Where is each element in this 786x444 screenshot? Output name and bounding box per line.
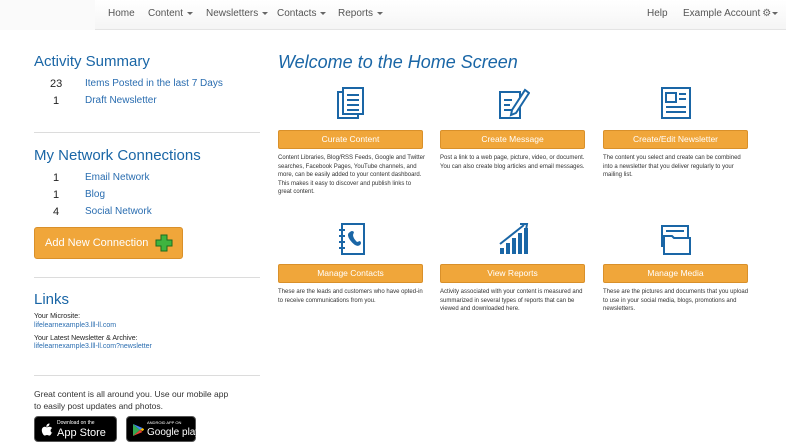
chevron-down-icon (320, 11, 327, 15)
social-network-link[interactable]: Social Network (85, 206, 152, 217)
logo-area (0, 0, 95, 30)
email-network-link[interactable]: Email Network (85, 172, 149, 183)
network-connections-title: My Network Connections (34, 147, 201, 164)
folder-icon (661, 225, 691, 255)
documents-icon (337, 87, 364, 119)
list-item: 23 Items Posted in the last 7 Days (34, 78, 264, 92)
microsite-label: Your Microsite: (34, 313, 81, 320)
draft-newsletter-link[interactable]: Draft Newsletter (85, 95, 157, 106)
nav-content[interactable]: Content (148, 8, 194, 19)
list-item: 1 Email Network (34, 172, 264, 186)
stat-count: 1 (53, 95, 60, 107)
create-message-button[interactable]: Create Message (440, 130, 585, 149)
manage-contacts-button[interactable]: Manage Contacts (278, 264, 423, 283)
google-play-big-text: Google play (147, 427, 201, 438)
divider (34, 375, 260, 376)
add-new-connection-button[interactable]: Add New Connection (34, 227, 183, 259)
nav-help[interactable]: Help (647, 8, 668, 19)
nav-home[interactable]: Home (108, 8, 135, 19)
items-posted-link[interactable]: Items Posted in the last 7 Days (85, 78, 223, 89)
newsletter-label: Your Latest Newsletter & Archive: (34, 335, 138, 342)
chevron-down-icon (772, 11, 779, 15)
address-book-icon (339, 223, 365, 255)
nav-newsletters[interactable]: Newsletters (206, 8, 269, 19)
activity-summary-title: Activity Summary (34, 53, 150, 70)
nav-newsletters-label: Newsletters (206, 8, 259, 19)
list-item: 1 Blog (34, 189, 264, 203)
google-play-small-text: ANDROID APP ON (147, 420, 182, 425)
stat-count: 23 (50, 78, 63, 90)
list-item: 1 Draft Newsletter (34, 95, 264, 109)
chevron-down-icon (187, 11, 194, 15)
app-store-badge[interactable]: Download on the App Store (34, 416, 117, 442)
newsletter-icon (661, 87, 691, 119)
manage-media-description: These are the pictures and documents tha… (603, 289, 749, 313)
nav-account[interactable]: Example Account ⚙ (683, 8, 779, 19)
create-edit-newsletter-description: The content you select and create can be… (603, 155, 741, 179)
nav-contacts-label: Contacts (277, 8, 317, 19)
nav-reports-label: Reports (338, 8, 374, 19)
welcome-heading: Welcome to the Home Screen (278, 52, 518, 72)
stat-count: 4 (53, 206, 60, 218)
microsite-link[interactable]: lifelearnexample3.lll-ll.com (34, 322, 116, 329)
gear-icon: ⚙ (762, 8, 772, 19)
app-store-small-text: Download on the (57, 420, 95, 426)
mobile-app-promo-text: Great content is all around you. Use our… (34, 389, 229, 411)
app-store-big-text: App Store (57, 427, 106, 439)
add-new-connection-label: Add New Connection (45, 237, 149, 249)
top-navbar: Home Content Newsletters Contacts Report… (0, 0, 786, 30)
curate-content-button[interactable]: Curate Content (278, 130, 423, 149)
create-message-description: Post a link to a web page, picture, vide… (440, 155, 585, 170)
blog-link[interactable]: Blog (85, 189, 105, 200)
apple-icon (41, 423, 53, 436)
list-item: 4 Social Network (34, 206, 264, 220)
stat-count: 1 (53, 172, 60, 184)
curate-content-description: Content Libraries, Blog/RSS Feeds, Googl… (278, 155, 425, 196)
divider (34, 132, 260, 133)
nav-content-label: Content (148, 8, 184, 19)
bar-chart-icon (499, 223, 529, 254)
manage-contacts-description: These are the leads and customers who ha… (278, 289, 423, 304)
stat-count: 1 (53, 189, 60, 201)
nav-account-label: Example Account (683, 8, 761, 19)
google-play-badge[interactable]: ANDROID APP ON Google play (126, 416, 200, 442)
plus-icon (155, 234, 173, 252)
links-title: Links (34, 291, 70, 308)
chevron-down-icon (262, 11, 269, 15)
pen-paper-icon (499, 88, 530, 119)
chevron-down-icon (377, 11, 384, 15)
create-edit-newsletter-button[interactable]: Create/Edit Newsletter (603, 130, 748, 149)
newsletter-link[interactable]: lifelearnexample3.lll-ll.com?newsletter (34, 343, 152, 350)
view-reports-description: Activity associated with your content is… (440, 289, 583, 313)
divider (34, 277, 260, 278)
view-reports-button[interactable]: View Reports (440, 264, 585, 283)
nav-contacts[interactable]: Contacts (277, 8, 327, 19)
manage-media-button[interactable]: Manage Media (603, 264, 748, 283)
nav-reports[interactable]: Reports (338, 8, 384, 19)
google-play-icon (133, 424, 144, 436)
